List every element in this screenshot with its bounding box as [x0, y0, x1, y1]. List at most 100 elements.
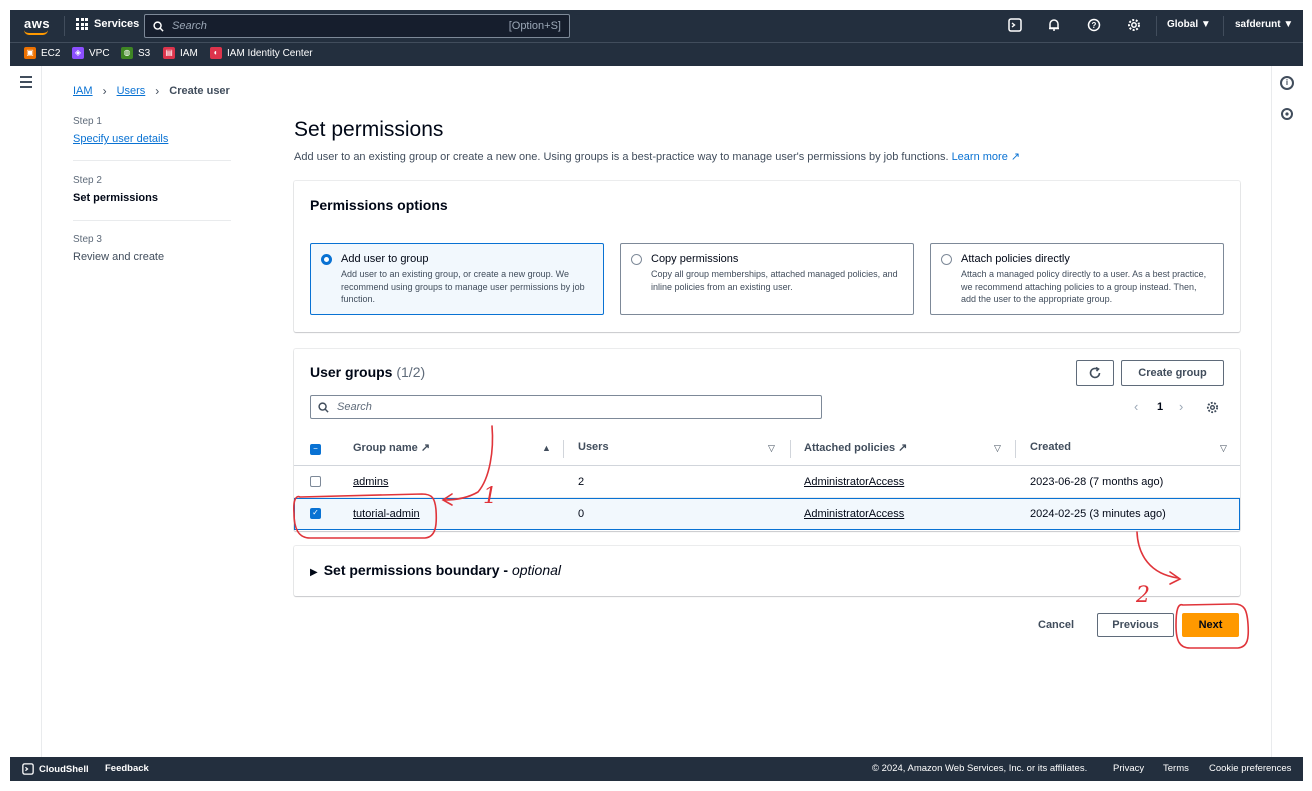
s3-icon: ◍ — [121, 47, 133, 59]
select-all-checkbox[interactable]: − — [310, 444, 321, 455]
column-users[interactable]: Users — [578, 441, 609, 453]
global-search-input[interactable]: Search [Option+S] — [144, 14, 570, 38]
radio-attach-policies-directly[interactable] — [941, 254, 952, 265]
console-footer: CloudShell Feedback © 2024, Amazon Web S… — [10, 757, 1303, 781]
feedback-panel-icon[interactable] — [1280, 107, 1294, 126]
breadcrumb-iam[interactable]: IAM — [73, 85, 93, 97]
policy-link[interactable]: AdministratorAccess — [804, 476, 904, 488]
services-menu-button[interactable]: Services — [76, 18, 139, 30]
sort-icon[interactable]: ▽ — [994, 443, 1001, 454]
column-separator — [790, 440, 791, 458]
step-1-link[interactable]: Specify user details — [73, 133, 168, 145]
chevron-right-icon: › — [155, 84, 160, 98]
group-link-admins[interactable]: admins — [353, 476, 388, 488]
favorite-iam-identity-center[interactable]: ◐ IAM Identity Center — [210, 47, 313, 59]
table-preferences-gear-icon[interactable] — [1206, 401, 1219, 419]
aws-logo[interactable]: aws — [24, 16, 50, 31]
users-count: 2 — [578, 476, 585, 488]
account-menu[interactable]: safderunt ▼ — [1235, 19, 1293, 30]
created-date: 2024-02-25 (3 minutes ago) — [1030, 508, 1166, 520]
page-description: Add user to an existing group or create … — [294, 151, 1021, 163]
group-link-tutorial-admin[interactable]: tutorial-admin — [353, 508, 420, 520]
option-copy-permissions[interactable]: Copy permissions Copy all group membersh… — [620, 243, 914, 315]
row-checkbox-admins[interactable] — [310, 476, 321, 487]
cookie-preferences-link[interactable]: Cookie preferences — [1209, 763, 1291, 774]
external-link-icon: ↗ — [898, 442, 908, 454]
caret-right-icon: ▶ — [310, 567, 318, 578]
region-selector[interactable]: Global ▼ — [1167, 19, 1211, 30]
policy-link[interactable]: AdministratorAccess — [804, 508, 904, 520]
cloudshell-button[interactable]: CloudShell — [22, 763, 89, 775]
search-placeholder: Search — [172, 20, 207, 32]
create-group-button[interactable]: Create group — [1121, 360, 1224, 386]
chevron-right-icon: › — [102, 84, 107, 98]
favorite-vpc[interactable]: ◈ VPC — [72, 47, 110, 59]
sort-icon[interactable]: ▽ — [768, 443, 775, 454]
permissions-boundary-panel[interactable]: ▶ Set permissions boundary - optional — [294, 546, 1240, 596]
learn-more-link[interactable]: Learn more ↗ — [952, 151, 1021, 163]
search-icon — [318, 401, 329, 413]
groups-search-placeholder: Search — [337, 401, 372, 413]
permissions-options-heading: Permissions options — [310, 197, 448, 213]
search-shortcut: [Option+S] — [508, 20, 561, 32]
refresh-icon — [1089, 366, 1101, 379]
row-checkbox-tutorial-admin[interactable]: ✓ — [310, 508, 321, 519]
search-icon — [153, 20, 164, 32]
user-groups-heading: User groups (1/2) — [310, 364, 426, 380]
cancel-button[interactable]: Cancel — [1038, 619, 1074, 631]
top-navigation: aws Services Search [Option+S] ? Global … — [10, 10, 1303, 42]
feedback-link[interactable]: Feedback — [105, 763, 149, 774]
favorite-s3[interactable]: ◍ S3 — [121, 47, 150, 59]
sort-ascending-icon[interactable]: ▲ — [542, 443, 551, 453]
sort-icon[interactable]: ▽ — [1220, 443, 1227, 454]
step-divider — [73, 220, 231, 221]
ec2-icon: ▣ — [24, 47, 36, 59]
settings-gear-icon[interactable] — [1126, 18, 1142, 34]
refresh-button[interactable] — [1076, 360, 1114, 386]
radio-add-user-to-group[interactable] — [321, 254, 332, 265]
column-attached-policies[interactable]: Attached policies ↗ — [804, 441, 907, 454]
column-separator — [1015, 440, 1016, 458]
pagination-page[interactable]: 1 — [1157, 401, 1163, 413]
favorite-ec2[interactable]: ▣ EC2 — [24, 47, 60, 59]
step-2-label: Set permissions — [73, 192, 158, 204]
users-count: 0 — [578, 508, 585, 520]
terms-link[interactable]: Terms — [1163, 763, 1189, 774]
external-link-icon: ↗ — [1010, 151, 1021, 163]
radio-copy-permissions[interactable] — [631, 254, 642, 265]
created-date: 2023-06-28 (7 months ago) — [1030, 476, 1164, 488]
aws-logo-smile — [24, 30, 48, 35]
cloudshell-icon — [22, 763, 34, 775]
favorites-bar: ▣ EC2 ◈ VPC ◍ S3 ▤ IAM ◐ IAM Identity Center — [10, 42, 1303, 66]
iam-identity-center-icon: ◐ — [210, 47, 222, 59]
console-frame: aws Services Search [Option+S] ? Global … — [10, 10, 1303, 781]
previous-button[interactable]: Previous — [1097, 613, 1174, 637]
notifications-bell-icon[interactable] — [1046, 18, 1062, 34]
groups-search-input[interactable]: Search — [310, 395, 822, 419]
menu-hamburger-icon[interactable] — [20, 76, 32, 91]
option-attach-policies-directly[interactable]: Attach policies directly Attach a manage… — [930, 243, 1224, 315]
breadcrumb-users[interactable]: Users — [117, 85, 146, 97]
step-1-number: Step 1 — [73, 116, 102, 127]
right-rail — [1271, 66, 1303, 757]
column-group-name[interactable]: Group name ↗ — [353, 441, 430, 454]
option-add-user-to-group[interactable]: Add user to group Add user to an existin… — [310, 243, 604, 315]
column-created[interactable]: Created — [1030, 441, 1071, 453]
privacy-link[interactable]: Privacy — [1113, 763, 1144, 774]
nav-divider — [64, 16, 65, 36]
help-icon[interactable]: ? — [1086, 18, 1102, 34]
step-divider — [73, 160, 231, 161]
next-button[interactable]: Next — [1182, 613, 1239, 637]
permissions-boundary-toggle[interactable]: ▶ Set permissions boundary - optional — [310, 562, 561, 578]
iam-icon: ▤ — [163, 47, 175, 59]
previous-page-icon[interactable]: ‹ — [1134, 399, 1138, 414]
favorite-iam[interactable]: ▤ IAM — [163, 47, 198, 59]
cloudshell-icon[interactable] — [1007, 18, 1023, 34]
step-2-number: Step 2 — [73, 175, 102, 186]
user-groups-count: (1/2) — [396, 364, 426, 380]
next-page-icon[interactable]: › — [1179, 399, 1183, 414]
permissions-options-panel: Permissions options Add user to group Ad… — [294, 181, 1240, 332]
svg-text:?: ? — [1092, 21, 1097, 30]
info-icon[interactable]: i — [1280, 76, 1294, 90]
breadcrumb: IAM › Users › Create user — [73, 84, 230, 98]
